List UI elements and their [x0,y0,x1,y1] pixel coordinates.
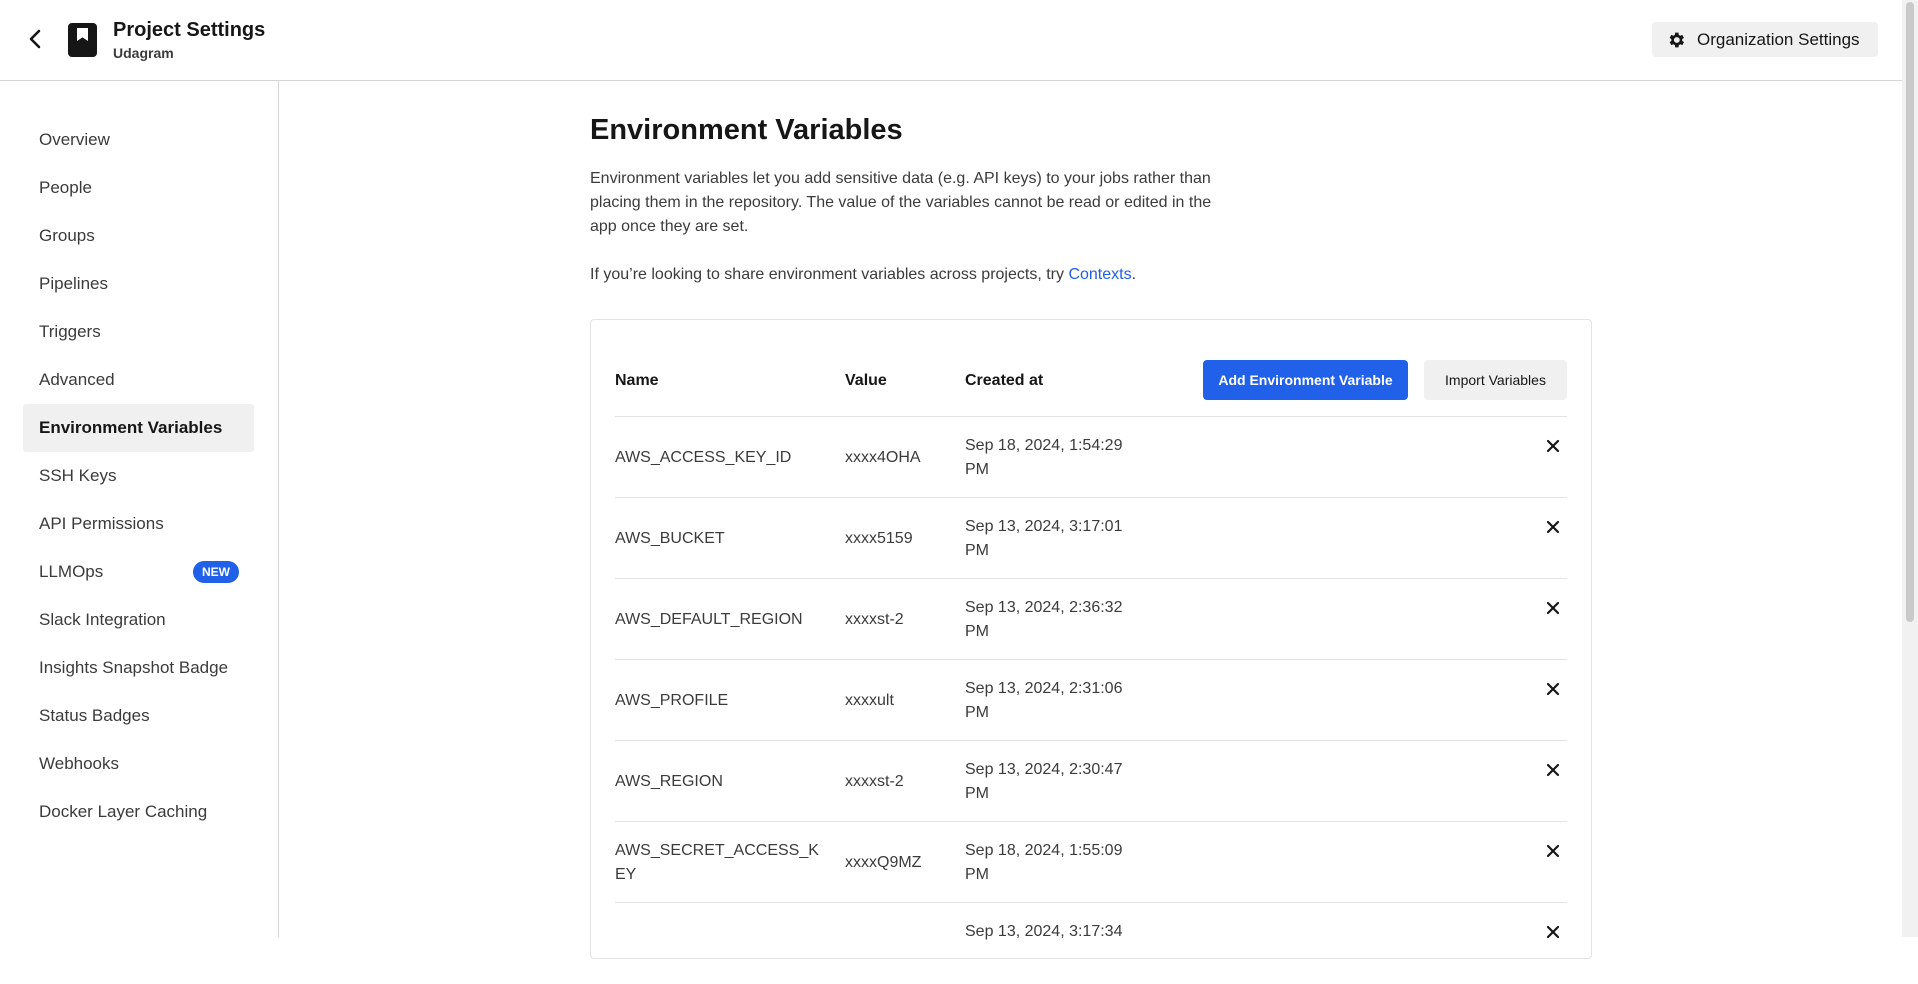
variable-name: AWS_SECRET_ACCESS_KEY [615,841,819,883]
table-row: AWS_BUCKET xxxx5159 Sep 13, 2024, 3:17:0… [615,497,1567,578]
variable-name: AWS_BUCKET [615,529,725,547]
sidebar-item-label: Status Badges [39,706,150,725]
sidebar-item-insights-snapshot-badge[interactable]: Insights Snapshot Badge [23,644,254,692]
variable-created-at: Sep 13, 2024, 3:17:01 PM [965,517,1123,559]
contexts-hint: If you’re looking to share environment v… [590,263,1230,287]
sidebar-item-llmops[interactable]: LLMOps NEW [23,548,254,596]
back-button[interactable] [22,26,48,52]
table-row: AWS_ACCESS_KEY_ID xxxx4OHA Sep 18, 2024,… [615,416,1567,497]
sidebar-item-environment-variables[interactable]: Environment Variables [23,404,254,452]
delete-variable-button[interactable] [1543,922,1563,942]
sidebar-item-advanced[interactable]: Advanced [23,356,254,404]
sidebar-item-label: Insights Snapshot Badge [39,658,229,677]
add-environment-variable-button[interactable]: Add Environment Variable [1203,360,1408,400]
sidebar-item-pipelines[interactable]: Pipelines [23,260,254,308]
sidebar-item-label: Slack Integration [39,610,166,629]
delete-variable-button[interactable] [1543,598,1563,618]
close-icon [1546,439,1560,453]
organization-settings-label: Organization Settings [1697,29,1860,49]
variable-created-at: Sep 13, 2024, 2:36:32 PM [965,598,1123,640]
sidebar-item-label: LLMOps [39,562,104,581]
variable-created-at: Sep 13, 2024, 2:31:06 PM [965,679,1123,721]
sidebar-item-groups[interactable]: Groups [23,212,254,260]
column-header-created: Created at [965,372,1044,389]
contexts-link[interactable]: Contexts [1068,266,1131,283]
sidebar-item-label: Advanced [39,370,115,389]
close-icon [1546,763,1560,777]
sidebar-item-label: SSH Keys [39,466,117,485]
table-row: Sep 13, 2024, 3:17:34 [615,902,1567,983]
delete-variable-button[interactable] [1543,679,1563,699]
contexts-hint-suffix: . [1131,266,1137,283]
sidebar-item-label: Groups [39,226,95,245]
variable-created-at: Sep 13, 2024, 3:17:34 [965,923,1123,940]
sidebar-item-people[interactable]: People [23,164,254,212]
sidebar-item-docker-layer-caching[interactable]: Docker Layer Caching [23,788,254,836]
settings-sidebar: Overview People Groups Pipelines Trigger… [0,81,279,937]
variable-name: AWS_PROFILE [615,691,729,709]
variable-name: AWS_DEFAULT_REGION [615,610,803,628]
sidebar-item-triggers[interactable]: Triggers [23,308,254,356]
top-bar: Project Settings Udagram Organization Se… [0,0,1902,81]
sidebar-item-label: Environment Variables [39,418,223,437]
variable-name: AWS_REGION [615,772,723,790]
sidebar-item-label: People [39,178,92,197]
table-row: AWS_REGION xxxxst-2 Sep 13, 2024, 2:30:4… [615,740,1567,821]
bookmark-book-icon [68,23,97,57]
table-row: AWS_DEFAULT_REGION xxxxst-2 Sep 13, 2024… [615,578,1567,659]
delete-variable-button[interactable] [1543,841,1563,861]
gear-icon [1669,32,1684,47]
sidebar-item-label: Pipelines [39,274,108,293]
delete-variable-button[interactable] [1543,436,1563,456]
variable-value: xxxx5159 [845,529,913,547]
sidebar-item-label: Webhooks [39,754,120,773]
variable-created-at: Sep 13, 2024, 2:30:47 PM [965,760,1123,802]
variable-value: xxxxst-2 [845,772,904,790]
organization-settings-button[interactable]: Organization Settings [1652,22,1878,57]
import-variables-button[interactable]: Import Variables [1424,360,1567,400]
variable-value: xxxxst-2 [845,610,904,628]
sidebar-item-slack-integration[interactable]: Slack Integration [23,596,254,644]
page-title: Environment Variables [590,114,903,146]
close-icon [1546,520,1560,534]
variable-value: xxxxult [845,691,894,709]
variable-created-at: Sep 18, 2024, 1:55:09 PM [965,841,1123,883]
table-row: AWS_PROFILE xxxxult Sep 13, 2024, 2:31:0… [615,659,1567,740]
column-header-value: Value [845,372,887,389]
sidebar-item-label: API Permissions [39,514,164,533]
sidebar-item-ssh-keys[interactable]: SSH Keys [23,452,254,500]
close-icon [1546,844,1560,858]
close-icon [1546,682,1560,696]
sidebar-item-label: Overview [39,130,110,149]
variable-name [615,903,820,984]
delete-variable-button[interactable] [1543,517,1563,537]
variable-value: xxxxQ9MZ [845,853,922,871]
main-content: Environment Variables Environment variab… [590,112,1230,287]
sidebar-item-label: Docker Layer Caching [39,802,208,821]
scrollbar-thumb[interactable] [1906,2,1914,622]
contexts-hint-text: If you’re looking to share environment v… [590,266,1069,283]
scrollbar[interactable] [1902,0,1918,937]
sidebar-item-webhooks[interactable]: Webhooks [23,740,254,788]
page-description: Environment variables let you add sensit… [590,170,1212,235]
chevron-left-icon [29,29,41,49]
variable-created-at: Sep 18, 2024, 1:54:29 PM [965,436,1123,478]
delete-variable-button[interactable] [1543,760,1563,780]
sidebar-item-overview[interactable]: Overview [23,116,254,164]
variable-value: xxxx4OHA [845,448,921,466]
sidebar-item-api-permissions[interactable]: API Permissions [23,500,254,548]
project-name: Udagram [113,45,174,61]
sidebar-item-status-badges[interactable]: Status Badges [23,692,254,740]
table-row: AWS_SECRET_ACCESS_KEY xxxxQ9MZ Sep 18, 2… [615,821,1567,902]
env-variables-card: Name Value Created at Add Environment Va… [590,319,1592,959]
sidebar-item-label: Triggers [39,322,101,341]
variable-name: AWS_ACCESS_KEY_ID [615,448,792,466]
close-icon [1546,601,1560,615]
new-badge: NEW [193,561,239,583]
page-header-title: Project Settings [113,19,266,41]
env-variables-table: AWS_ACCESS_KEY_ID xxxx4OHA Sep 18, 2024,… [615,416,1567,983]
column-header-name: Name [615,372,659,389]
